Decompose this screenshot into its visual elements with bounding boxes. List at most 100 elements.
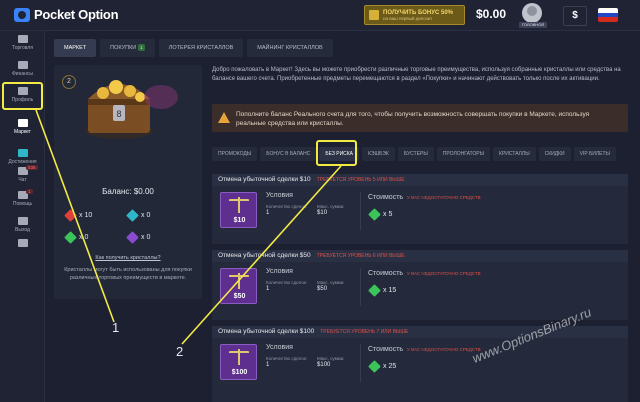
- sidebar-item-dollar[interactable]: Финансы: [0, 61, 45, 77]
- bonus-button[interactable]: ПОЛУЧИТЬ БОНУС 50% на ваш первый депозит: [364, 5, 465, 25]
- scales-icon: [229, 349, 249, 365]
- offer-title-text: Отмена убыточной сделки $10: [218, 176, 311, 183]
- category-tab[interactable]: ПРОМОКОДЫ: [212, 147, 258, 161]
- level-badge: 2: [62, 75, 76, 89]
- currency-button[interactable]: $: [563, 6, 587, 26]
- deals-count: Количество сделок: 1: [266, 280, 307, 292]
- cost-label: Стоимость У ВАС НЕДОСТАТОЧНО СРЕДСТВ: [368, 346, 481, 353]
- cost-value[interactable]: x 5: [368, 208, 393, 221]
- category-tab[interactable]: VIP БИЛЕТЫ: [573, 147, 616, 161]
- crystal-count: x 0: [141, 212, 151, 219]
- category-tab[interactable]: ПРОЛОНГАТОРЫ: [436, 147, 491, 161]
- cost-value[interactable]: x 25: [368, 360, 397, 373]
- cost-label: Стоимость У ВАС НЕДОСТАТОЧНО СРЕДСТВ: [368, 270, 481, 277]
- offer-image[interactable]: $10: [220, 192, 257, 228]
- cost-title: Стоимость: [368, 270, 404, 277]
- category-tab[interactable]: СКИДКИ: [538, 147, 571, 161]
- notification-badge: 1: [26, 189, 33, 194]
- svg-text:8: 8: [116, 109, 121, 119]
- conditions-label: Условия: [266, 344, 293, 351]
- offer-image[interactable]: $50: [220, 268, 257, 304]
- chart-icon: [17, 35, 28, 43]
- sidebar-item-label: Выход: [15, 227, 30, 233]
- sidebar-item-exit[interactable]: Выход: [0, 217, 45, 233]
- status-badge: ГОЛОВНОЙ: [519, 22, 547, 28]
- deals-count-value: 1: [266, 286, 270, 292]
- offer-price: $100: [231, 369, 248, 376]
- sidebar-item-label: Чат: [18, 177, 27, 183]
- market-highlight: [2, 82, 43, 110]
- sidebar-item-chart[interactable]: Торговля: [0, 35, 45, 51]
- offer-card: Отмена убыточной сделки $100 ТРЕБУЕТСЯ УР…: [212, 326, 628, 402]
- cost-label: Стоимость У ВАС НЕДОСТАТОЧНО СРЕДСТВ: [368, 194, 481, 201]
- tab-0[interactable]: МАРКЕТ: [54, 39, 97, 57]
- how-to-get-crystals-link[interactable]: Как получить кристаллы?: [54, 255, 202, 261]
- logo[interactable]: Pocket Option: [14, 7, 119, 22]
- category-tab[interactable]: КЭШБЭК: [362, 147, 395, 161]
- category-tab[interactable]: БУСТЕРЫ: [397, 147, 434, 161]
- exit-icon: [17, 217, 28, 225]
- cost-value[interactable]: x 15: [368, 284, 396, 297]
- offer-title-text: Отмена убыточной сделки $50: [218, 252, 311, 259]
- crystal-green: x 0: [64, 231, 128, 244]
- sidebar-item-cart[interactable]: Маркет: [0, 119, 45, 135]
- divider: [360, 192, 361, 230]
- sidebar-item-help[interactable]: Помощь 1: [0, 189, 45, 207]
- sidebar-item-label: Торговля: [12, 45, 33, 51]
- crystal-red: x 10: [64, 209, 128, 222]
- offer-price: $10: [233, 217, 246, 224]
- tab-2[interactable]: ЛОТЕРЕЯ КРИСТАЛЛОВ: [158, 39, 244, 57]
- deals-count-label: Количество сделок:: [266, 356, 308, 361]
- top-bar: Pocket Option ПОЛУЧИТЬ БОНУС 50% на ваш …: [0, 0, 640, 31]
- treasure-chest-icon: 8: [85, 80, 153, 139]
- deals-count-value: 1: [266, 210, 270, 216]
- sidebar-item-chat[interactable]: Чат 536: [0, 165, 45, 183]
- flag-stripe: [598, 17, 618, 22]
- sidebar-item-label: Помощь: [12, 201, 33, 207]
- tab-label: МАЙНИНГ КРИСТАЛЛОВ: [257, 45, 323, 51]
- notification-badge: 536: [26, 165, 38, 170]
- divider: [360, 344, 361, 382]
- sidebar-item-label: Маркет: [14, 129, 31, 135]
- green-crystal-icon: [368, 284, 381, 297]
- conditions-grid: Количество сделок: 1 Макс. сумма: $100: [266, 356, 345, 368]
- logo-icon: [14, 7, 30, 22]
- crystals-panel: 2 8 Баланс: $0.00 x 10 x 0 x 0 x 0 Как п…: [54, 65, 202, 299]
- notice-text: Пополните баланс Реального счета для тог…: [236, 111, 590, 127]
- gems-decoration: [144, 85, 178, 109]
- max-amount: Макс. сумма: $10: [317, 204, 344, 216]
- offer-title: Отмена убыточной сделки $10 ТРЕБУЕТСЯ УРО…: [212, 174, 628, 186]
- tab-1[interactable]: ПОКУПКИ 1: [100, 39, 155, 57]
- green-crystal-icon: [64, 231, 77, 244]
- insufficient-funds-label: У ВАС НЕДОСТАТОЧНО СРЕДСТВ: [407, 271, 481, 276]
- category-tab[interactable]: БОНУС В БАЛАНС: [260, 147, 317, 161]
- no-risk-highlight: [316, 140, 357, 166]
- offer-image[interactable]: $100: [220, 344, 257, 380]
- conditions-label: Условия: [266, 268, 293, 275]
- sidebar-item-collapse-arrow[interactable]: [0, 239, 45, 249]
- language-flag-icon[interactable]: [598, 8, 618, 22]
- category-tab[interactable]: КРИСТАЛЛЫ: [493, 147, 536, 161]
- level-requirement: ТРЕБУЕТСЯ УРОВЕНЬ 6 ИЛИ ВЫШЕ: [316, 253, 405, 259]
- cost-amount: x 5: [383, 211, 393, 218]
- cost-amount: x 25: [383, 363, 397, 370]
- cost-title: Стоимость: [368, 346, 404, 353]
- bonus-sub-label: на ваш первый депозит: [383, 15, 433, 21]
- deals-count: Количество сделок: 1: [266, 204, 307, 216]
- deals-count-value: 1: [266, 362, 270, 368]
- sidebar-item-diamond[interactable]: Достижения: [0, 149, 45, 165]
- diamond-icon: [17, 149, 28, 157]
- divider: [360, 268, 361, 306]
- scales-icon: [229, 273, 249, 289]
- gift-icon: [369, 10, 379, 20]
- insufficient-funds-label: У ВАС НЕДОСТАТОЧНО СРЕДСТВ: [407, 195, 481, 200]
- tab-label: ПОКУПКИ: [110, 45, 137, 51]
- account-balance: $0.00: [476, 7, 507, 21]
- callout-2: 2: [176, 344, 184, 359]
- sidebar-item-label: Достижения: [8, 159, 37, 165]
- tab-3[interactable]: МАЙНИНГ КРИСТАЛЛОВ: [247, 39, 333, 57]
- level-requirement: ТРЕБУЕТСЯ УРОВЕНЬ 7 ИЛИ ВЫШЕ: [320, 329, 409, 335]
- tab-label: МАРКЕТ: [64, 45, 87, 51]
- offer-title-text: Отмена убыточной сделки $100: [218, 328, 315, 335]
- profile-menu[interactable]: ГОЛОВНОЙ: [518, 3, 548, 29]
